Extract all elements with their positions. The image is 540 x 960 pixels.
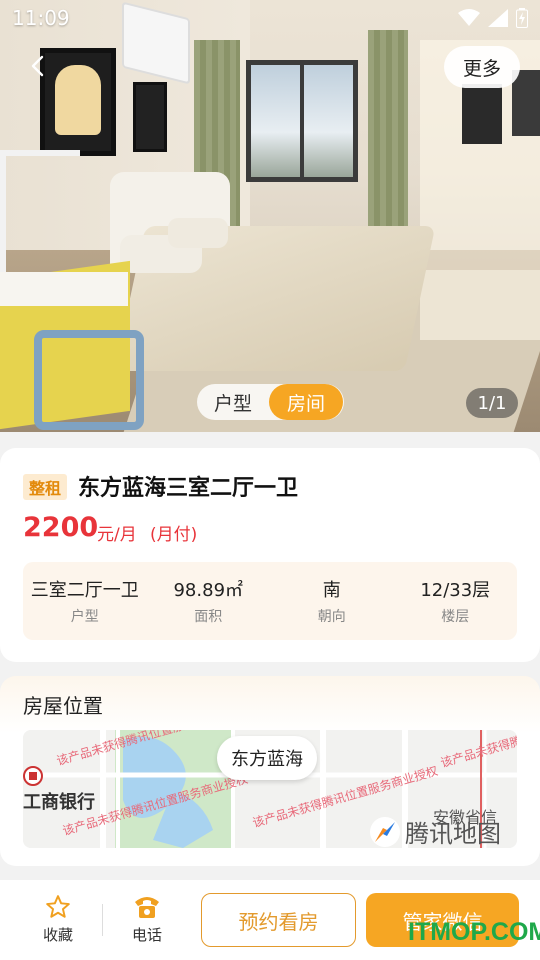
spec-value: 三室二厅一卫 <box>30 580 139 601</box>
tab-room[interactable]: 房间 <box>269 384 343 420</box>
more-button[interactable]: 更多 <box>444 46 520 88</box>
location-card: 房屋位置 该产品未获得腾讯位置服务商业授权 该产品未获得腾讯位置服务商业授权 该… <box>0 676 540 866</box>
photo-category-tabs: 户型 房间 <box>197 384 344 420</box>
status-bar: 11:09 <box>0 0 540 36</box>
phone-icon <box>135 897 159 918</box>
map-poi-bank: 工商银行 <box>23 766 95 814</box>
spec-value: 12/33层 <box>420 580 491 601</box>
photo-poster-small <box>133 82 167 152</box>
photo-curtain-right <box>368 30 408 245</box>
spec-area: 98.89㎡ 面积 <box>147 562 271 640</box>
signal-icon <box>488 9 508 27</box>
wifi-icon <box>458 9 480 26</box>
phone-button[interactable]: 电话 <box>117 894 177 945</box>
spec-value: 南 <box>322 580 341 601</box>
photo-desk-top <box>0 272 128 306</box>
favorite-button[interactable]: 收藏 <box>28 894 88 945</box>
map-pin-label: 东方蓝海 <box>217 736 317 780</box>
back-icon[interactable] <box>26 54 50 78</box>
photo-poster-edge <box>512 70 540 136</box>
listing-price: 2200 <box>23 512 99 543</box>
map-provider-logo: 腾讯地图 <box>369 814 501 848</box>
photo-poster-right <box>462 84 502 144</box>
photo-window <box>246 60 358 182</box>
map-logo-text: 腾讯地图 <box>405 820 501 848</box>
status-icons <box>458 8 528 28</box>
book-viewing-button[interactable]: 预约看房 <box>201 893 356 947</box>
listing-info-card: 整租 东方蓝海三室二厅一卫 2200 元/月 (月付) 三室二厅一卫 户型 98… <box>0 448 540 662</box>
spec-floor: 12/33层 楼层 <box>394 562 518 640</box>
photo-pillow-back <box>168 218 228 248</box>
payment-term: (月付) <box>150 525 198 545</box>
photo-chair <box>34 330 144 430</box>
photo-poster-bear <box>40 48 116 156</box>
photo-shelf <box>0 150 80 280</box>
battery-icon <box>516 8 528 28</box>
spec-orientation: 南 朝向 <box>270 562 394 640</box>
spec-panel: 三室二厅一卫 户型 98.89㎡ 面积 南 朝向 12/33层 楼层 <box>23 562 517 640</box>
favorite-label: 收藏 <box>42 926 73 944</box>
location-map[interactable]: 该产品未获得腾讯位置服务商业授权 该产品未获得腾讯位置服务商业授权 该产品未获得… <box>23 730 517 848</box>
spec-label: 面积 <box>194 609 223 625</box>
star-icon <box>46 895 70 918</box>
spec-label: 楼层 <box>441 609 470 625</box>
tab-floorplan[interactable]: 户型 <box>197 384 269 420</box>
site-watermark: ITMOP.COM <box>408 918 540 946</box>
photo-counter: 1/1 <box>466 388 518 418</box>
rental-type-badge: 整租 <box>23 474 67 500</box>
phone-label: 电话 <box>131 926 162 944</box>
location-title: 房屋位置 <box>23 694 103 718</box>
listing-title: 东方蓝海三室二厅一卫 <box>78 476 299 501</box>
status-time: 11:09 <box>12 6 70 30</box>
spec-value: 98.89㎡ <box>173 580 244 601</box>
bank-label: 工商银行 <box>23 792 95 813</box>
bottom-divider <box>102 904 103 936</box>
bank-icon <box>23 766 43 786</box>
price-unit: 元/月 <box>97 525 137 545</box>
spec-label: 户型 <box>70 609 99 625</box>
spec-layout: 三室二厅一卫 户型 <box>23 562 147 640</box>
spec-label: 朝向 <box>317 609 346 625</box>
compass-icon <box>370 816 400 847</box>
